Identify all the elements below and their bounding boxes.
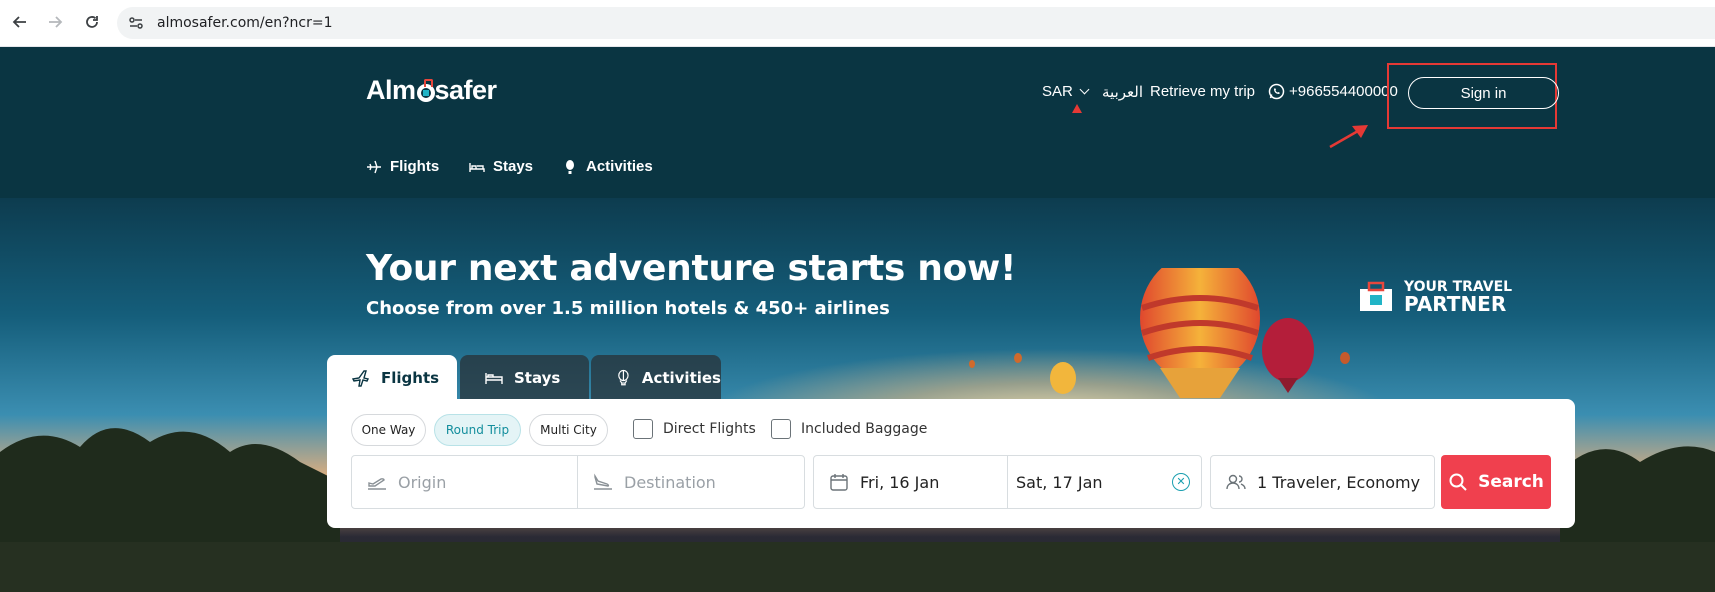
reload-button[interactable] — [80, 10, 104, 34]
nav-flights-label: Flights — [390, 158, 440, 175]
language-label: العربية — [1102, 84, 1143, 101]
destination-field[interactable]: Destination — [577, 455, 805, 509]
return-date-value: Sat, 17 Jan — [1016, 472, 1103, 492]
checkbox-box[interactable] — [771, 419, 791, 439]
trip-type-one-way[interactable]: One Way — [351, 414, 426, 446]
bed-icon — [469, 162, 485, 172]
plane-takeoff-icon — [368, 478, 386, 490]
tab-flights[interactable]: Flights — [327, 355, 457, 401]
hero-subtitle: Choose from over 1.5 million hotels & 45… — [366, 298, 890, 319]
search-button-label: Search — [1478, 472, 1544, 492]
phone-number: +966554400000 — [1289, 83, 1398, 100]
depart-date-field[interactable]: Fri, 16 Jan — [813, 455, 1008, 509]
browser-toolbar: almosafer.com/en?ncr=1 — [0, 0, 1715, 47]
trip-type-multi-city[interactable]: Multi City — [529, 414, 608, 446]
whatsapp-phone-link[interactable]: +966554400000 — [1268, 83, 1398, 100]
currency-selector[interactable]: SAR — [1042, 83, 1090, 100]
logo-text-start: Alm — [366, 75, 416, 105]
depart-date-value: Fri, 16 Jan — [860, 472, 940, 492]
included-baggage-label: Included Baggage — [801, 421, 928, 437]
clear-date-icon[interactable]: ✕ — [1172, 473, 1190, 491]
tab-activities-label: Activities — [641, 369, 721, 387]
suitcase-logo-icon — [1360, 281, 1392, 311]
balloon-icon — [566, 159, 574, 174]
language-switch[interactable]: العربية — [1102, 83, 1143, 101]
destination-placeholder: Destination — [624, 472, 716, 492]
retrieve-trip-link[interactable]: Retrieve my trip — [1150, 83, 1255, 100]
nav-flights[interactable]: Flights — [366, 158, 439, 175]
whatsapp-icon — [1268, 83, 1285, 100]
site-header: Alm safer SAR العربية Retrieve my trip +9… — [0, 47, 1715, 198]
plane-landing-icon — [594, 473, 612, 490]
tab-activities[interactable]: Activities — [591, 355, 721, 401]
return-date-field[interactable]: Sat, 17 Jan ✕ — [1007, 455, 1202, 509]
travelers-field[interactable]: 1 Traveler, Economy — [1210, 455, 1435, 509]
nav-activities-label: Activities — [586, 158, 653, 175]
balloon-icon — [618, 369, 629, 386]
bed-icon — [485, 373, 503, 384]
trip-type-round-trip[interactable]: Round Trip — [434, 414, 521, 446]
address-bar[interactable]: almosafer.com/en?ncr=1 — [117, 7, 1715, 39]
plane-icon — [367, 160, 381, 173]
retrieve-trip-label: Retrieve my trip — [1150, 83, 1256, 100]
travelers-icon — [1226, 474, 1246, 490]
origin-field[interactable]: Origin — [351, 455, 578, 509]
nav-activities[interactable]: Activities — [562, 158, 653, 175]
search-button[interactable]: Search — [1441, 455, 1551, 509]
chevron-down-icon — [1079, 84, 1090, 95]
search-icon — [1449, 473, 1467, 491]
nav-stays-label: Stays — [493, 158, 534, 175]
direct-flights-checkbox[interactable]: Direct Flights — [633, 419, 756, 439]
forward-button[interactable] — [43, 10, 67, 34]
plane-icon — [351, 370, 370, 387]
tab-stays[interactable]: Stays — [460, 355, 589, 401]
url-text[interactable]: almosafer.com/en?ncr=1 — [157, 15, 333, 31]
included-baggage-checkbox[interactable]: Included Baggage — [771, 419, 927, 439]
hero-section: Your next adventure starts now! Choose f… — [0, 198, 1715, 592]
arrow-left-icon — [12, 16, 26, 28]
annotation-triangle — [1072, 104, 1082, 113]
flight-search-panel: One Way Round Trip Multi City Direct Fli… — [327, 399, 1575, 528]
calendar-icon — [830, 474, 848, 491]
almosafer-logo[interactable]: Alm safer — [366, 75, 497, 106]
annotation-arrow-icon — [1329, 125, 1368, 149]
hero-title: Your next adventure starts now! — [366, 248, 1017, 289]
tab-stays-label: Stays — [514, 369, 561, 387]
tab-flights-label: Flights — [381, 369, 440, 387]
logo-suitcase-icon — [416, 78, 435, 102]
nav-stays[interactable]: Stays — [469, 158, 533, 175]
origin-placeholder: Origin — [398, 472, 447, 492]
travel-partner-badge: YOUR TRAVEL PARTNER — [1358, 280, 1512, 314]
logo-text-end: safer — [434, 75, 498, 105]
direct-flights-label: Direct Flights — [663, 421, 756, 437]
reload-icon — [86, 16, 98, 28]
site-settings-icon[interactable] — [127, 14, 145, 32]
partner-line-2: PARTNER — [1404, 292, 1507, 316]
checkbox-box[interactable] — [633, 419, 653, 439]
arrow-right-icon — [49, 16, 63, 28]
travelers-value: 1 Traveler, Economy — [1257, 472, 1421, 492]
sign-in-button[interactable]: Sign in — [1408, 77, 1559, 109]
currency-label: SAR — [1042, 83, 1073, 100]
back-button[interactable] — [8, 10, 32, 34]
